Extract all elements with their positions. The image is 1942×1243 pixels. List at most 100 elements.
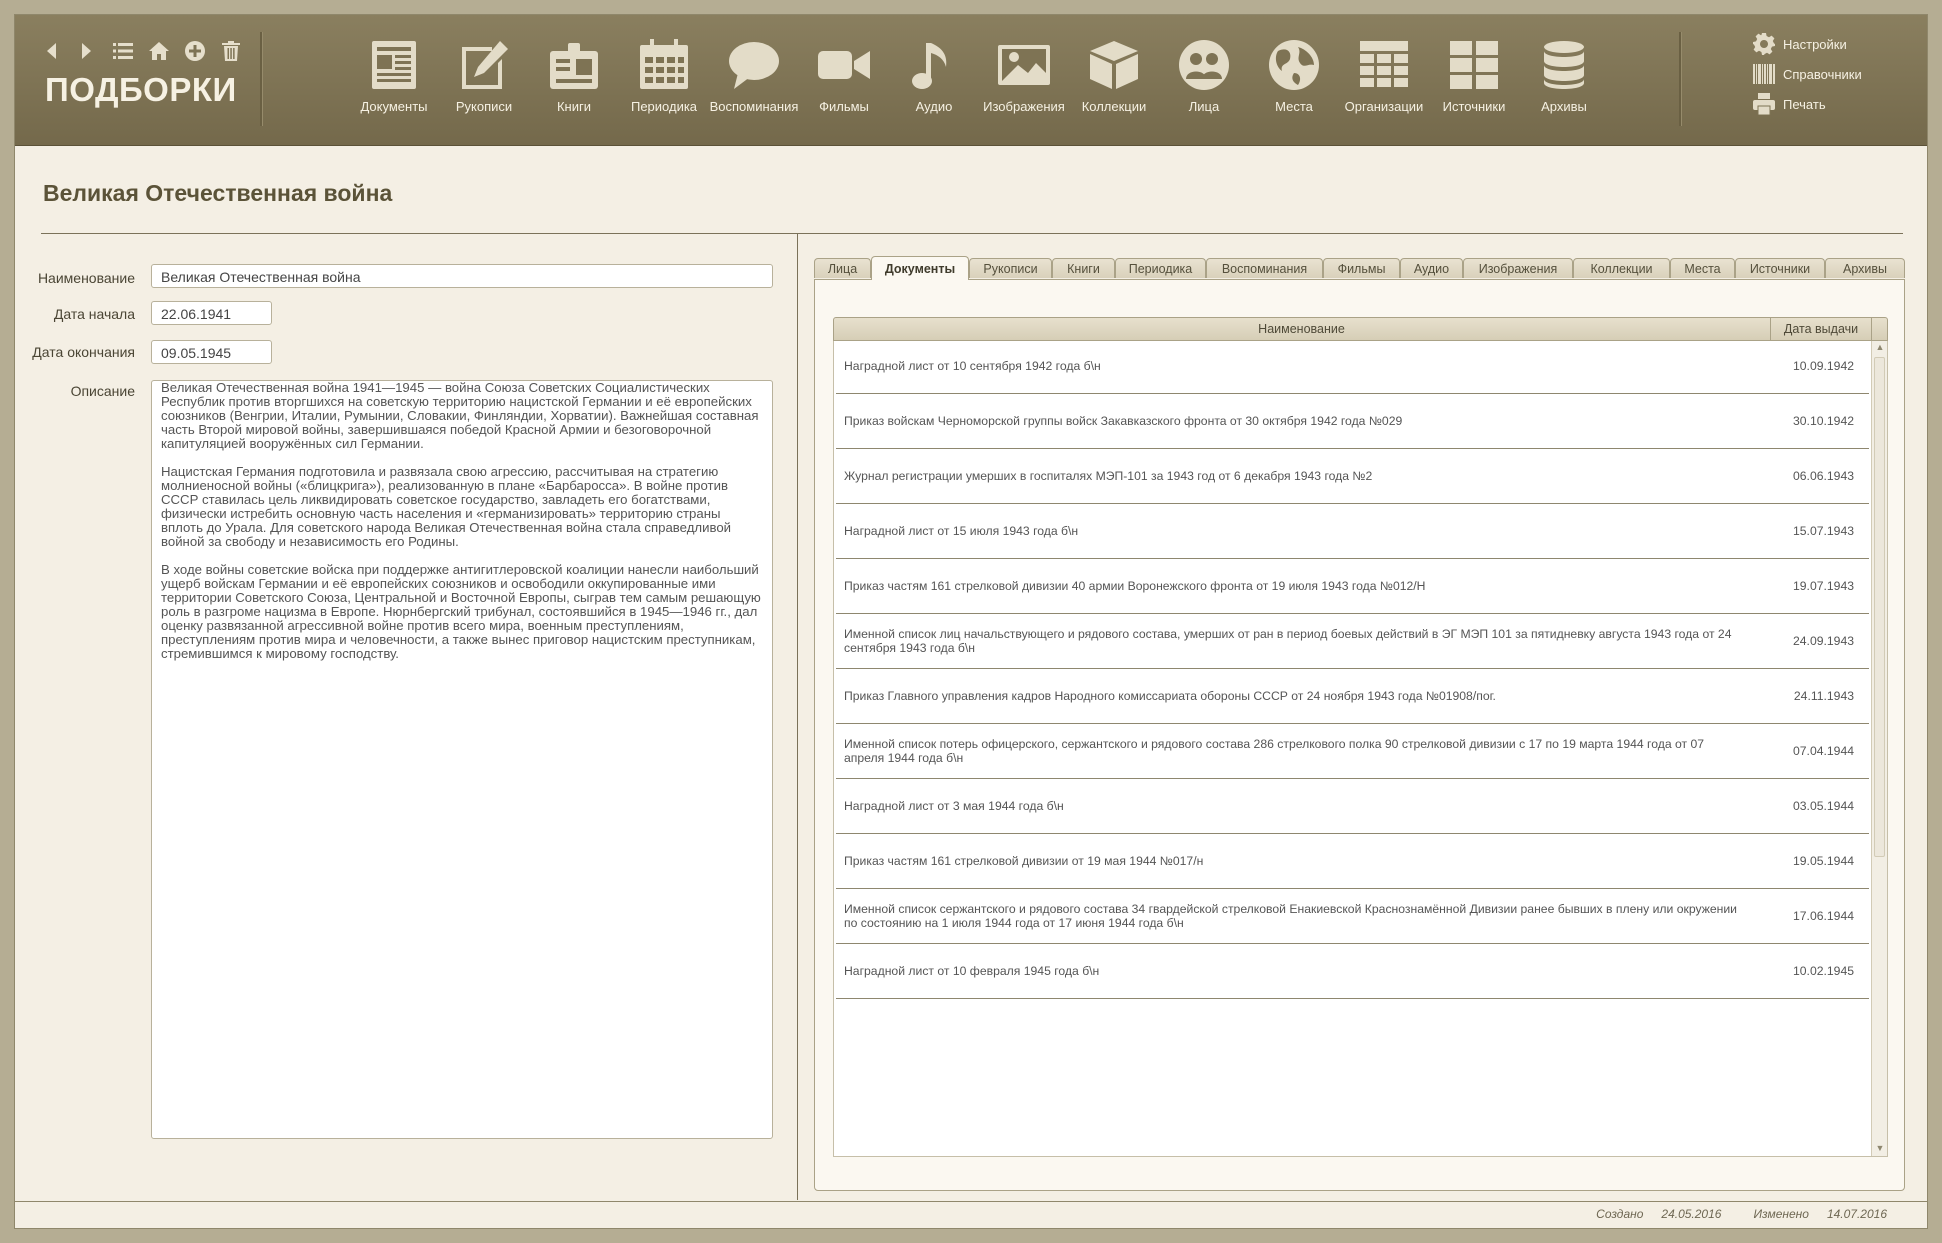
modified-label: Изменено — [1753, 1207, 1809, 1221]
cell-date: 10.09.1942 — [1793, 358, 1854, 373]
trash-icon[interactable] — [219, 39, 243, 63]
module-label: Фильмы — [819, 99, 869, 114]
scrollbar-thumb[interactable] — [1874, 357, 1885, 857]
table-row[interactable]: Наградной лист от 3 мая 1944 года б\н 03.… — [836, 779, 1869, 834]
module-memoirs[interactable]: Воспоминания — [709, 37, 799, 114]
module-images[interactable]: Изображения — [979, 37, 1069, 114]
header-bar: ПОДБОРКИ Документы Рукописи Книги Период… — [15, 15, 1927, 146]
table-row[interactable]: Именной список сержантского и рядового с… — [836, 889, 1869, 944]
name-label: Наименование — [37, 270, 135, 286]
start-date-field[interactable]: 22.06.1941 — [151, 301, 272, 325]
settings-label: Настройки — [1783, 36, 1847, 52]
list-icon[interactable] — [111, 39, 135, 63]
description-field[interactable]: Великая Отечественная война 1941—1945 — … — [151, 380, 773, 1139]
tab-places[interactable]: Места — [1670, 258, 1735, 278]
documents-table: Наименование Дата выдачи ▲ ▼ Наградной л… — [833, 317, 1888, 1165]
table-row[interactable]: Именной список лиц начальствующего и ряд… — [836, 614, 1869, 669]
table-row[interactable]: Журнал регистрации умерших в госпиталях … — [836, 449, 1869, 504]
module-documents[interactable]: Документы — [349, 37, 439, 114]
divider — [15, 1201, 1927, 1202]
column-header-date[interactable]: Дата выдачи — [1770, 318, 1871, 340]
tab-archives[interactable]: Архивы — [1825, 258, 1905, 278]
tab-documents[interactable]: Документы — [871, 256, 969, 280]
tab-persons[interactable]: Лица — [814, 258, 871, 278]
cell-date: 19.07.1943 — [1793, 578, 1854, 593]
module-films[interactable]: Фильмы — [799, 37, 889, 114]
cell-name: Наградной лист от 15 июля 1943 года б\н — [844, 523, 1079, 538]
module-label: Воспоминания — [709, 99, 799, 114]
module-label: Изображения — [983, 99, 1065, 114]
speech-bubble-icon — [726, 37, 782, 93]
scroll-up-icon[interactable]: ▲ — [1875, 342, 1885, 354]
book-icon — [546, 37, 602, 93]
module-label: Коллекции — [1081, 99, 1147, 114]
module-label: Места — [1275, 99, 1313, 114]
cell-name: Наградной лист от 3 мая 1944 года б\н — [844, 798, 1064, 813]
module-manuscripts[interactable]: Рукописи — [439, 37, 529, 114]
back-icon[interactable] — [39, 39, 63, 63]
module-audio[interactable]: Аудио — [889, 37, 979, 114]
created-label: Создано — [1596, 1207, 1644, 1221]
module-label: Аудио — [915, 99, 953, 114]
database-icon — [1536, 37, 1592, 93]
module-label: Источники — [1442, 99, 1506, 114]
page-title: Великая Отечественная война — [43, 180, 393, 206]
app-window: ПОДБОРКИ Документы Рукописи Книги Период… — [15, 15, 1927, 1228]
vertical-scrollbar[interactable]: ▲ ▼ — [1871, 341, 1887, 1156]
module-places[interactable]: Места — [1249, 37, 1339, 114]
module-collections[interactable]: Коллекции — [1069, 37, 1159, 114]
table-row[interactable]: Наградной лист от 10 февраля 1945 года б… — [836, 944, 1869, 999]
music-note-icon — [906, 37, 962, 93]
cell-name: Приказ войскам Черноморской группы войск… — [844, 413, 1403, 428]
module-periodicals[interactable]: Периодика — [619, 37, 709, 114]
tab-images[interactable]: Изображения — [1463, 258, 1573, 278]
tab-audio[interactable]: Аудио — [1400, 258, 1463, 278]
settings-link[interactable]: Настройки — [1753, 29, 1862, 59]
tab-periodicals[interactable]: Периодика — [1115, 258, 1206, 278]
home-icon[interactable] — [147, 39, 171, 63]
tab-sources[interactable]: Источники — [1735, 258, 1825, 278]
module-books[interactable]: Книги — [529, 37, 619, 114]
printer-icon — [1753, 93, 1775, 115]
documents-icon — [366, 37, 422, 93]
forward-icon[interactable] — [75, 39, 99, 63]
table-row[interactable]: Наградной лист от 15 июля 1943 года б\н 1… — [836, 504, 1869, 559]
table-row[interactable]: Приказ войскам Черноморской группы войск… — [836, 394, 1869, 449]
created-date: 24.05.2016 — [1661, 1207, 1722, 1221]
column-header-name[interactable]: Наименование — [834, 318, 1769, 340]
module-sources[interactable]: Источники — [1429, 37, 1519, 114]
tab-collections[interactable]: Коллекции — [1573, 258, 1670, 278]
print-link[interactable]: Печать — [1753, 89, 1862, 119]
module-organizations[interactable]: Организации — [1339, 37, 1429, 114]
cell-name: Журнал регистрации умерших в госпиталях … — [844, 468, 1373, 483]
cell-date: 15.07.1943 — [1793, 523, 1854, 538]
table-row[interactable]: Приказ частям 161 стрелковой дивизии 40 … — [836, 559, 1869, 614]
cell-date: 07.04.1944 — [1793, 743, 1854, 758]
module-archives[interactable]: Архивы — [1519, 37, 1609, 114]
cell-date: 17.06.1944 — [1793, 908, 1854, 923]
module-label: Документы — [360, 99, 428, 114]
module-persons[interactable]: Лица — [1159, 37, 1249, 114]
video-camera-icon — [816, 37, 872, 93]
header-divider — [260, 32, 262, 126]
name-field[interactable]: Великая Отечественная война — [151, 264, 773, 288]
cell-name: Именной список сержантского и рядового с… — [844, 901, 1737, 930]
table-row[interactable]: Приказ частям 161 стрелковой дивизии от … — [836, 834, 1869, 889]
table-row[interactable]: Наградной лист от 10 сентября 1942 года … — [836, 341, 1869, 394]
table-row[interactable]: Приказ Главного управления кадров Народн… — [836, 669, 1869, 724]
scroll-down-icon[interactable]: ▼ — [1875, 1143, 1885, 1155]
globe-icon — [1266, 37, 1322, 93]
tab-books[interactable]: Книги — [1052, 258, 1115, 278]
module-toolbar: Документы Рукописи Книги Периодика Воспо… — [349, 37, 1609, 114]
table-row[interactable]: Именной список потерь офицерского, сержа… — [836, 724, 1869, 779]
box-icon — [1086, 37, 1142, 93]
references-link[interactable]: Справочники — [1753, 59, 1862, 89]
references-label: Справочники — [1783, 66, 1862, 82]
tab-memoirs[interactable]: Воспоминания — [1206, 258, 1323, 278]
end-date-field[interactable]: 09.05.1945 — [151, 340, 272, 364]
image-icon — [996, 37, 1052, 93]
tab-manuscripts[interactable]: Рукописи — [969, 258, 1052, 278]
add-icon[interactable] — [183, 39, 207, 63]
tab-films[interactable]: Фильмы — [1323, 258, 1400, 278]
cell-name: Наградной лист от 10 февраля 1945 года б… — [844, 963, 1100, 978]
